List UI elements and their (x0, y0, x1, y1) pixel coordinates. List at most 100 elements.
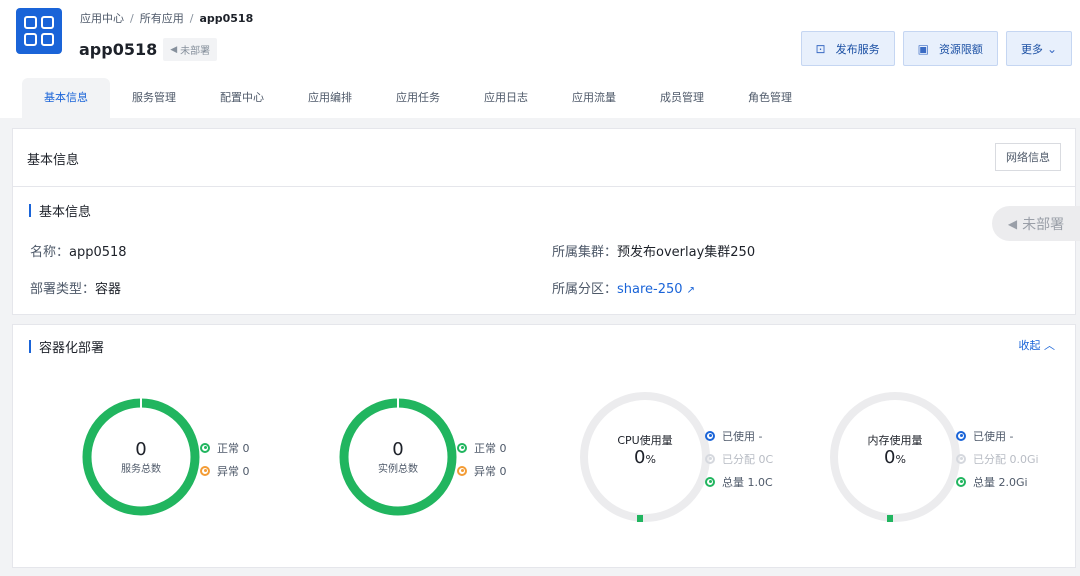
network-info-button[interactable]: 网络信息 (995, 143, 1061, 171)
tab-member-management[interactable]: 成员管理 (638, 78, 726, 118)
container-deploy-card: 容器化部署 收起 ︿ 0 服务总数 正常 0 异常 0 0 实例总数 正常 0 … (12, 324, 1076, 568)
section-accent-bar (29, 204, 31, 217)
memory-allocated: 已分配 0.0Gi (973, 452, 1039, 466)
memory-usage-value-wrap: 0% (884, 448, 906, 470)
more-label: 更多 (1020, 42, 1043, 56)
tab-app-orchestration[interactable]: 应用编排 (286, 78, 374, 118)
instances-total-value: 0 (392, 438, 404, 460)
cpu-used: 已使用 - (722, 429, 763, 443)
memory-total: 总量 2.0Gi (973, 475, 1028, 489)
used-dot-icon (705, 430, 715, 441)
resource-quota-button[interactable]: ▣ 资源限额 (902, 31, 998, 66)
undeployed-status-tag: ◀ 未部署 (992, 206, 1080, 241)
normal-dot-icon (200, 442, 210, 453)
field-partition: 所属分区：share-250 ↗ (552, 278, 695, 297)
field-partition-label: 所属分区： (552, 282, 618, 297)
used-dot-icon (956, 430, 966, 441)
app-header: 应用中心 / 所有应用 / app0518 app0518 ◀ 未部署 ⊡ 发布… (0, 0, 1080, 118)
services-normal: 正常 0 (217, 441, 250, 455)
instances-gauge: 0 实例总数 (338, 397, 458, 517)
send-icon: ◀ (170, 44, 178, 55)
memory-usage-label: 内存使用量 (867, 434, 923, 447)
abnormal-dot-icon (457, 465, 467, 476)
services-total-label: 服务总数 (121, 463, 161, 475)
field-cluster: 所属集群：预发布overlay集群250 (552, 241, 755, 260)
tab-config-center[interactable]: 配置中心 (198, 78, 286, 118)
field-deploy-type-label: 部署类型： (30, 282, 96, 297)
section-title-label: 基本信息 (39, 205, 92, 220)
tab-bar: 基本信息 服务管理 配置中心 应用编排 应用任务 应用日志 应用流量 成员管理 … (22, 78, 814, 118)
resource-quota-label: 资源限额 (938, 42, 983, 56)
chevron-up-icon: ︿ (1044, 339, 1055, 352)
breadcrumb-separator: / (130, 11, 134, 25)
tab-app-logs[interactable]: 应用日志 (462, 78, 550, 118)
cpu-gauge: CPU使用量 0% (579, 391, 711, 523)
basic-info-card: 基本信息 网络信息 基本信息 名称：app0518 部署类型：容器 所属集群：预… (12, 128, 1076, 315)
publish-service-label: 发布服务 (835, 42, 880, 56)
memory-usage-unit: % (895, 453, 906, 466)
breadcrumb-app-center[interactable]: 应用中心 (80, 10, 124, 26)
tab-app-traffic[interactable]: 应用流量 (550, 78, 638, 118)
section-accent-bar (29, 340, 31, 353)
instances-legend: 正常 0 异常 0 (457, 436, 507, 482)
undeployed-status-label: 未部署 (1022, 216, 1065, 233)
tab-basic-info[interactable]: 基本信息 (22, 78, 110, 118)
field-cluster-label: 所属集群： (552, 245, 618, 260)
memory-used: 已使用 - (973, 429, 1014, 443)
section-title-label: 容器化部署 (39, 341, 105, 356)
chevron-down-icon: ⌄ (1046, 41, 1057, 56)
partition-link[interactable]: share-250 (617, 282, 683, 297)
status-badge: ◀ 未部署 (163, 38, 218, 61)
field-name: 名称：app0518 (30, 241, 127, 260)
instances-abnormal: 异常 0 (474, 464, 507, 478)
status-badge-label: 未部署 (180, 46, 211, 57)
instances-total-label: 实例总数 (378, 463, 418, 475)
services-legend: 正常 0 异常 0 (200, 436, 250, 482)
normal-dot-icon (457, 442, 467, 453)
field-name-label: 名称： (30, 245, 70, 260)
cpu-total: 总量 1.0C (722, 475, 773, 489)
cpu-allocated: 已分配 0C (722, 452, 774, 466)
tab-role-management[interactable]: 角色管理 (726, 78, 814, 118)
services-total-value: 0 (135, 438, 147, 460)
cpu-usage-value-wrap: 0% (634, 448, 656, 470)
allocated-dot-icon (705, 453, 715, 464)
app-logo-icon (16, 8, 62, 54)
publish-icon: ⊡ (815, 41, 826, 56)
cpu-usage-label: CPU使用量 (617, 434, 673, 447)
section-title-deploy: 容器化部署 (29, 337, 104, 356)
cpu-usage-value: 0 (634, 447, 646, 468)
breadcrumb-separator: / (189, 11, 194, 25)
field-cluster-value: 预发布overlay集群250 (617, 245, 756, 260)
total-dot-icon (705, 476, 715, 487)
collapse-link[interactable]: 收起 ︿ (1019, 337, 1056, 353)
page-title: app0518 (79, 40, 158, 59)
send-icon: ◀ (1007, 216, 1018, 231)
external-link-icon[interactable]: ↗ (687, 285, 695, 296)
memory-usage-value: 0 (884, 447, 896, 468)
more-button[interactable]: 更多 ⌄ (1005, 31, 1072, 66)
allocated-dot-icon (956, 453, 966, 464)
cpu-legend: 已使用 - 已分配 0C 总量 1.0C (705, 424, 773, 493)
total-dot-icon (956, 476, 966, 487)
field-deploy-type-value: 容器 (95, 282, 122, 297)
field-deploy-type: 部署类型：容器 (30, 278, 121, 297)
memory-legend: 已使用 - 已分配 0.0Gi 总量 2.0Gi (956, 424, 1039, 493)
cpu-usage-unit: % (645, 453, 656, 466)
collapse-label: 收起 (1018, 339, 1041, 352)
memory-gauge: 内存使用量 0% (829, 391, 961, 523)
services-abnormal: 异常 0 (217, 464, 250, 478)
publish-service-button[interactable]: ⊡ 发布服务 (800, 31, 895, 66)
breadcrumb-current: app0518 (199, 11, 254, 25)
breadcrumb: 应用中心 / 所有应用 / app0518 (80, 10, 253, 26)
card-title: 基本信息 (27, 153, 80, 168)
tab-service-management[interactable]: 服务管理 (110, 78, 198, 118)
breadcrumb-all-apps[interactable]: 所有应用 (140, 10, 184, 26)
instances-normal: 正常 0 (474, 441, 507, 455)
field-name-value: app0518 (69, 245, 127, 260)
tab-app-tasks[interactable]: 应用任务 (374, 78, 462, 118)
services-gauge: 0 服务总数 (81, 397, 201, 517)
section-title-basic: 基本信息 (29, 201, 91, 220)
quota-icon: ▣ (917, 41, 929, 56)
abnormal-dot-icon (200, 465, 210, 476)
